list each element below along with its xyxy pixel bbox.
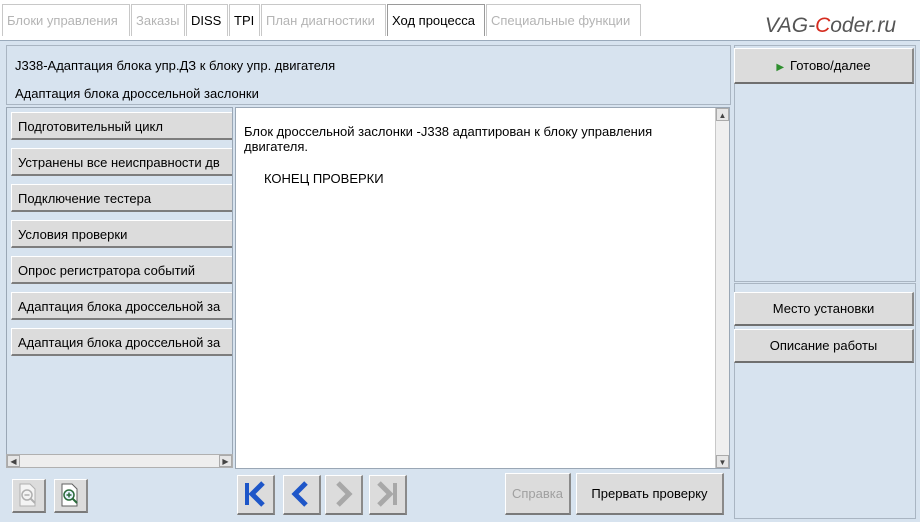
end-of-test-label: КОНЕЦ ПРОВЕРКИ — [264, 171, 384, 186]
previous-step-button[interactable] — [283, 475, 321, 515]
watermark-pre: VAG- — [764, 14, 816, 37]
step-item[interactable]: Адаптация блока дроссельной за — [11, 328, 232, 356]
step-item[interactable]: Устранены все неисправности дв — [11, 148, 232, 176]
zoom-in-button[interactable] — [54, 479, 88, 513]
play-icon: ▶ — [776, 62, 785, 73]
previous-step-icon — [291, 481, 308, 507]
next-button-label: Готово/далее — [790, 58, 871, 73]
tab-diagnostic-plan[interactable]: План диагностики — [261, 4, 386, 36]
work-description-button[interactable]: Описание работы — [734, 329, 914, 363]
scroll-right-icon[interactable]: ▶ — [219, 455, 232, 467]
last-step-button[interactable] — [369, 475, 407, 515]
watermark-logo: VAG-Coder.ru — [765, 14, 896, 38]
installation-location-button[interactable]: Место установки — [734, 292, 914, 326]
scroll-up-icon[interactable]: ▲ — [716, 108, 729, 121]
header-panel: J338-Адаптация блока упр.ДЗ к блоку упр.… — [6, 45, 731, 105]
procedure-title: J338-Адаптация блока упр.ДЗ к блоку упр.… — [15, 58, 336, 73]
next-step-icon — [336, 481, 353, 507]
steps-list: Подготовительный цикл Устранены все неис… — [6, 107, 233, 467]
scroll-left-icon[interactable]: ◀ — [7, 455, 20, 467]
procedure-subtitle: Адаптация блока дроссельной заслонки — [15, 86, 259, 101]
first-step-button[interactable] — [237, 475, 275, 515]
tab-process[interactable]: Ход процесса — [387, 4, 485, 36]
content-panel: Блок дроссельной заслонки -J338 адаптиро… — [235, 107, 730, 469]
step-item[interactable]: Опрос регистратора событий — [11, 256, 232, 284]
next-step-button[interactable] — [325, 475, 363, 515]
tab-special-functions[interactable]: Специальные функции — [486, 4, 641, 36]
tab-tpi[interactable]: TPI — [229, 4, 260, 36]
result-message: Блок дроссельной заслонки -J338 адаптиро… — [244, 124, 653, 154]
steps-horizontal-scrollbar[interactable]: ◀ ▶ — [6, 454, 233, 468]
tab-bar: Блоки управления Заказы DISS TPI План ди… — [0, 0, 920, 40]
help-button[interactable]: Справка — [505, 473, 571, 515]
abort-test-button[interactable]: Прервать проверку — [576, 473, 724, 515]
scroll-down-icon[interactable]: ▼ — [716, 455, 729, 468]
watermark-c: C — [815, 14, 831, 37]
content-vertical-scrollbar[interactable]: ▲ ▼ — [715, 108, 729, 468]
step-item[interactable]: Подготовительный цикл — [11, 112, 232, 140]
tab-orders[interactable]: Заказы — [131, 4, 185, 36]
zoom-in-icon — [61, 483, 78, 507]
step-item[interactable]: Подключение тестера — [11, 184, 232, 212]
main-area: J338-Адаптация блока упр.ДЗ к блоку упр.… — [0, 40, 920, 522]
next-button[interactable]: ▶ Готово/далее — [734, 48, 914, 84]
zoom-out-icon — [19, 483, 36, 507]
step-item[interactable]: Адаптация блока дроссельной за — [11, 292, 232, 320]
last-step-icon — [377, 481, 397, 507]
first-step-icon — [245, 481, 265, 507]
watermark-post: oder.ru — [830, 14, 896, 37]
tab-diss[interactable]: DISS — [186, 4, 228, 36]
step-item[interactable]: Условия проверки — [11, 220, 232, 248]
tab-control-units[interactable]: Блоки управления — [2, 4, 130, 36]
zoom-out-button[interactable] — [12, 479, 46, 513]
